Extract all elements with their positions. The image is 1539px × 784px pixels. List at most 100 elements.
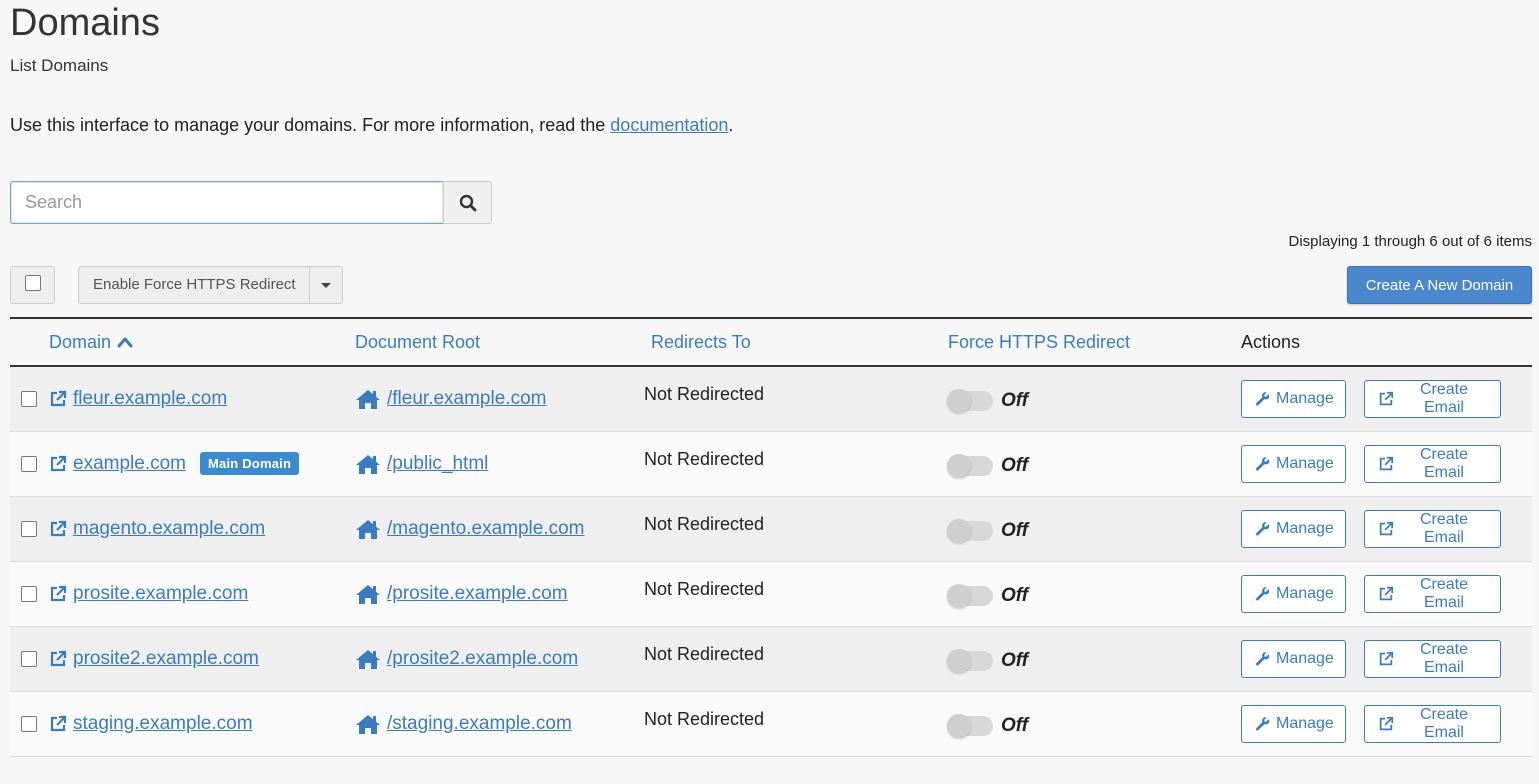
create-email-button[interactable]: Create Email (1364, 574, 1502, 613)
document-root-cell: /magento.example.com (346, 496, 642, 562)
external-link-icon (49, 715, 67, 733)
redirects-to-cell: Not Redirected (642, 626, 939, 692)
domain-cell: staging.example.com (49, 691, 346, 757)
table-row: prosite2.example.com /prosite2.example.c… (10, 626, 1532, 692)
external-link-icon (1378, 716, 1394, 732)
domain-link[interactable]: prosite2.example.com (49, 648, 259, 670)
document-root-link[interactable]: /staging.example.com (355, 713, 642, 735)
force-https-toggle[interactable] (947, 648, 993, 673)
create-email-label: Create Email (1419, 510, 1468, 546)
external-link-icon (49, 455, 67, 473)
force-https-toggle[interactable] (947, 518, 993, 543)
domain-link[interactable]: staging.example.com (49, 713, 253, 735)
row-checkbox-cell (10, 366, 49, 432)
actions-cell: Manage Create Email (1235, 366, 1532, 432)
force-https-toggle[interactable] (947, 453, 993, 478)
row-checkbox[interactable] (21, 715, 37, 732)
force-https-cell: Off (939, 626, 1235, 692)
table-row: magento.example.com /magento.example.com… (10, 496, 1532, 562)
row-checkbox[interactable] (21, 455, 37, 472)
external-link-icon (1378, 651, 1394, 667)
manage-button[interactable]: Manage (1241, 444, 1346, 483)
display-count: Displaying 1 through 6 out of 6 items (1288, 233, 1532, 250)
select-all-checkbox[interactable] (10, 266, 55, 304)
search-input[interactable] (10, 181, 443, 224)
header-domain[interactable]: Domain (49, 318, 346, 367)
document-root-link[interactable]: /magento.example.com (355, 518, 642, 540)
domain-link[interactable]: magento.example.com (49, 518, 265, 540)
header-redirects-to[interactable]: Redirects To (642, 318, 939, 367)
external-link-icon (49, 650, 67, 668)
page-subtitle: List Domains (10, 56, 109, 75)
create-email-button[interactable]: Create Email (1364, 704, 1502, 743)
document-root-path: /fleur.example.com (387, 387, 547, 409)
domain-link[interactable]: example.com (49, 453, 186, 475)
force-https-cell: Off (939, 496, 1235, 562)
manage-button[interactable]: Manage (1241, 509, 1346, 548)
manage-button[interactable]: Manage (1241, 639, 1346, 678)
create-email-label: Create Email (1419, 705, 1468, 741)
select-all-box[interactable] (24, 275, 41, 291)
domain-cell: example.com Main Domain (49, 431, 346, 497)
force-https-toggle[interactable] (947, 713, 993, 738)
manage-button[interactable]: Manage (1241, 379, 1346, 418)
document-root-path: /prosite.example.com (387, 582, 568, 604)
document-root-link[interactable]: /fleur.example.com (355, 388, 642, 410)
domain-link[interactable]: prosite.example.com (49, 583, 248, 605)
enable-https-redirect-button[interactable]: Enable Force HTTPS Redirect (79, 267, 310, 303)
domain-name: magento.example.com (73, 517, 266, 539)
toggle-knob (947, 453, 971, 478)
home-icon (355, 453, 381, 475)
page-title: Domains (10, 2, 160, 44)
manage-label: Manage (1276, 389, 1334, 407)
table-row: fleur.example.com /fleur.example.com Not… (10, 366, 1532, 432)
toggle-knob (947, 583, 971, 608)
domain-link[interactable]: fleur.example.com (49, 388, 227, 410)
search-button[interactable] (443, 181, 492, 224)
actions-cell: Manage Create Email (1235, 626, 1532, 692)
force-https-status: Off (1001, 389, 1029, 411)
domain-cell: magento.example.com (49, 496, 346, 562)
create-email-button[interactable]: Create Email (1364, 379, 1502, 418)
create-domain-button[interactable]: Create A New Domain (1347, 266, 1532, 304)
create-email-label: Create Email (1419, 380, 1468, 416)
redirects-to-cell: Not Redirected (642, 496, 939, 562)
header-domain-label: Domain (49, 331, 112, 352)
create-email-button[interactable]: Create Email (1364, 509, 1502, 548)
force-https-toggle[interactable] (947, 583, 993, 608)
header-force-https[interactable]: Force HTTPS Redirect (939, 318, 1235, 367)
domains-table: Domain Document Root Redirects To Force … (10, 317, 1532, 757)
row-checkbox[interactable] (21, 520, 37, 537)
domain-name: example.com (73, 452, 186, 474)
force-https-status: Off (1001, 649, 1029, 671)
force-https-toggle[interactable] (947, 388, 993, 413)
create-email-button[interactable]: Create Email (1364, 639, 1502, 678)
manage-button[interactable]: Manage (1241, 574, 1346, 613)
document-root-cell: /prosite.example.com (346, 561, 642, 627)
caret-down-icon (320, 282, 331, 288)
document-root-link[interactable]: /prosite.example.com (355, 583, 642, 605)
bulk-action-dropdown-toggle[interactable] (310, 267, 342, 303)
document-root-cell: /public_html (346, 431, 642, 497)
toggle-knob (947, 388, 971, 413)
row-checkbox[interactable] (21, 390, 37, 407)
actions-cell: Manage Create Email (1235, 496, 1532, 562)
actions-cell: Manage Create Email (1235, 691, 1532, 757)
document-root-path: /magento.example.com (387, 517, 585, 539)
force-https-status: Off (1001, 584, 1029, 606)
toggle-knob (947, 648, 971, 673)
search-icon (459, 194, 477, 212)
manage-button[interactable]: Manage (1241, 704, 1346, 743)
document-root-link[interactable]: /public_html (355, 453, 642, 475)
row-checkbox[interactable] (21, 650, 37, 667)
domain-name: prosite2.example.com (73, 647, 259, 669)
create-email-button[interactable]: Create Email (1364, 444, 1502, 483)
domain-name: fleur.example.com (73, 387, 228, 409)
row-checkbox[interactable] (21, 585, 37, 602)
manage-label: Manage (1276, 519, 1334, 537)
document-root-link[interactable]: /prosite2.example.com (355, 648, 642, 670)
force-https-status: Off (1001, 519, 1029, 541)
documentation-link[interactable]: documentation (610, 115, 728, 135)
document-root-cell: /staging.example.com (346, 691, 642, 757)
header-document-root[interactable]: Document Root (346, 318, 642, 367)
